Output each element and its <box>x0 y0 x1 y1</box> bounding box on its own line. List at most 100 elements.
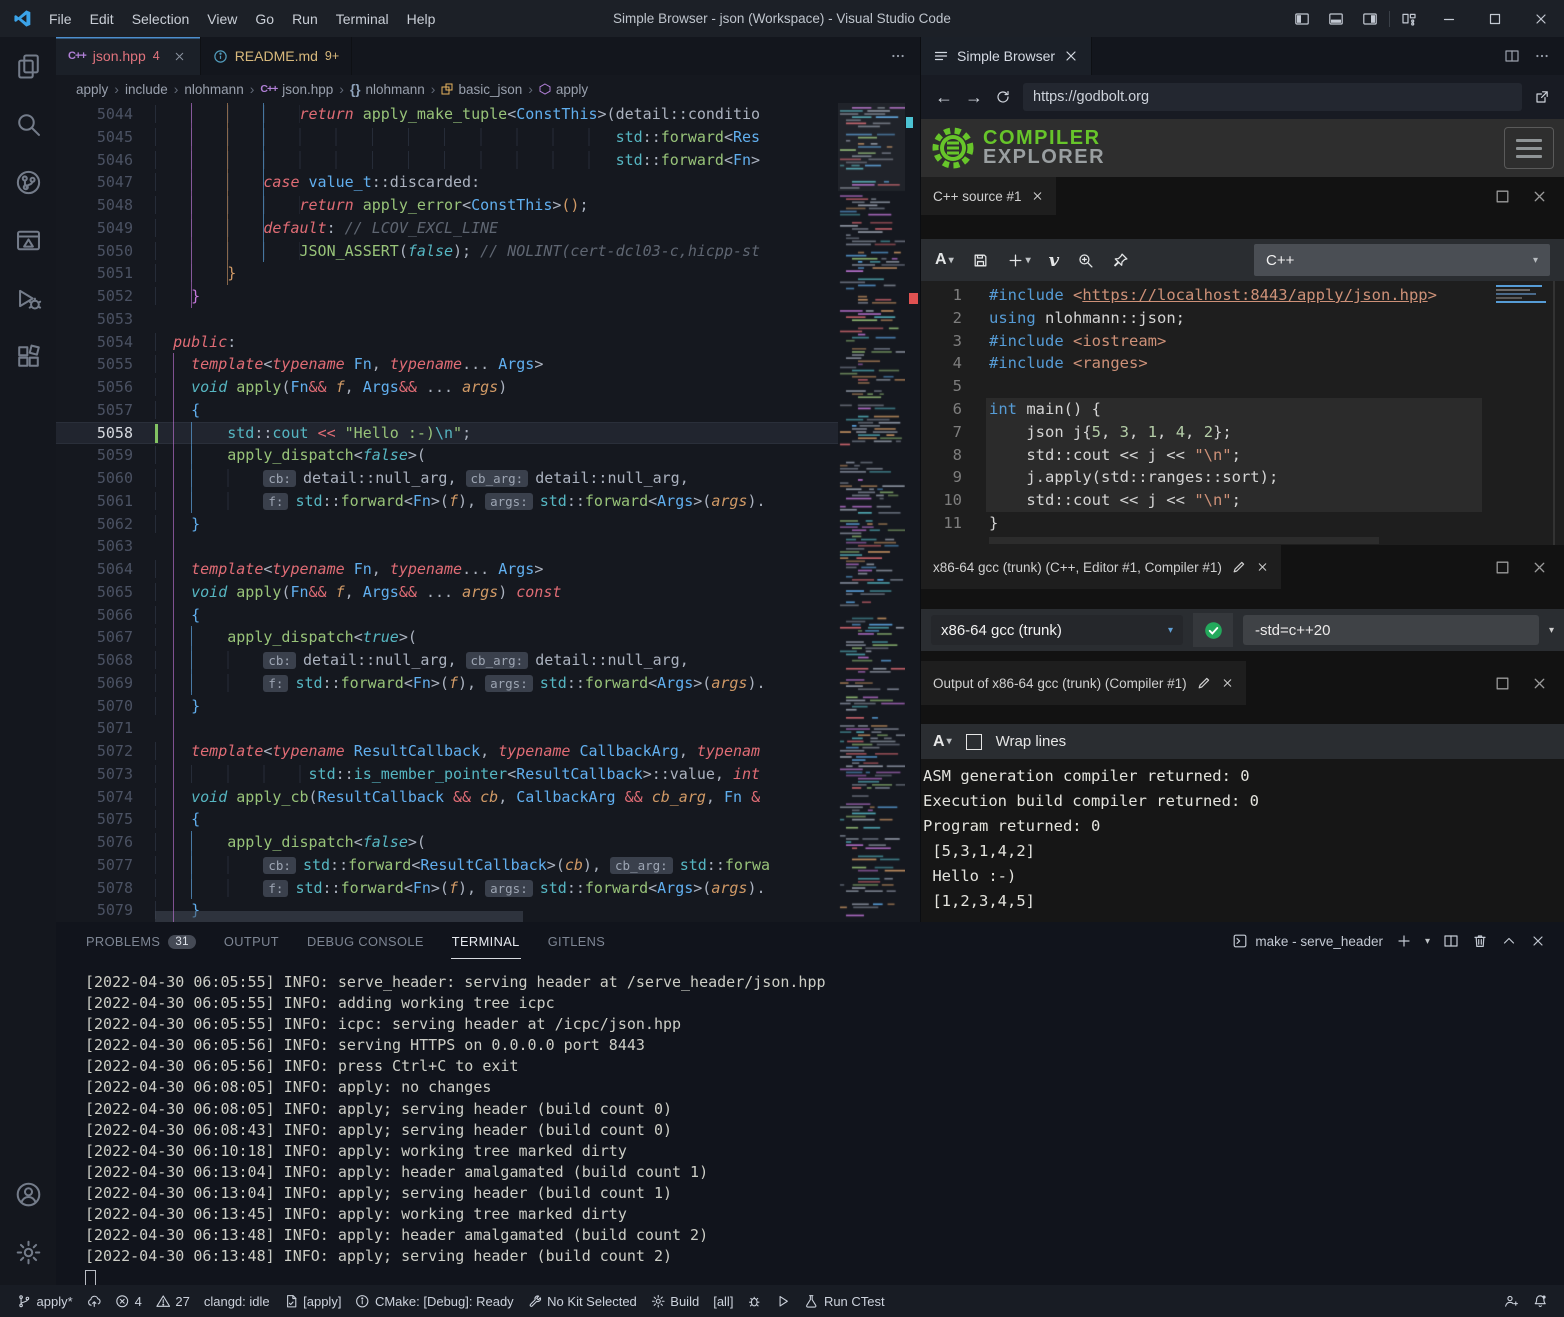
status-cmake-kit[interactable]: No Kit Selected <box>521 1294 644 1309</box>
terminal-select[interactable]: make - serve_header <box>1232 933 1383 949</box>
zoom-icon[interactable] <box>1077 252 1094 269</box>
save-icon[interactable] <box>972 252 989 269</box>
status-git-branch-status[interactable]: apply* <box>10 1294 80 1309</box>
close-icon[interactable] <box>1063 48 1079 64</box>
breadcrumb-item-apply[interactable]: apply <box>76 82 108 97</box>
breadcrumb-item-json.hpp[interactable]: C++json.hpp <box>260 82 333 97</box>
url-input[interactable]: https://godbolt.org <box>1023 83 1522 111</box>
split-terminal-icon[interactable] <box>1443 933 1459 949</box>
panel-tab-output[interactable]: OUTPUT <box>223 924 280 958</box>
tab-readme.md[interactable]: README.md9+ <box>201 37 353 75</box>
tab-simple-browser[interactable]: Simple Browser <box>921 37 1092 75</box>
vim-mode-icon[interactable]: v <box>1049 250 1059 271</box>
status-notifications[interactable] <box>1526 1294 1555 1309</box>
ce-source-editor[interactable]: 1#include <https://localhost:8443/apply/… <box>921 281 1564 545</box>
activity-run-debug-icon[interactable] <box>0 269 56 327</box>
ce-logo[interactable]: COMPILER EXPLORER <box>931 126 1105 170</box>
panel-tab-terminal[interactable]: TERMINAL <box>451 924 521 959</box>
toggle-secondary-sidebar-icon[interactable] <box>1353 0 1387 37</box>
terminal-output[interactable]: [2022-04-30 06:05:55] INFO: serve_header… <box>85 972 1556 1285</box>
more-actions-icon[interactable] <box>1534 48 1550 64</box>
activity-explorer-icon[interactable] <box>0 37 56 95</box>
status-feedback[interactable] <box>1497 1294 1526 1309</box>
back-icon[interactable]: ← <box>935 87 953 108</box>
menu-view[interactable]: View <box>198 7 246 31</box>
breadcrumb-item-apply[interactable]: apply <box>539 82 588 97</box>
ce-compiler-tab[interactable]: x86-64 gcc (trunk) (C++, Editor #1, Comp… <box>921 545 1281 589</box>
status-error-count[interactable]: 4 <box>108 1294 149 1309</box>
maximize-pane-icon[interactable] <box>1494 559 1511 576</box>
customize-layout-icon[interactable] <box>1392 0 1426 37</box>
status-cmake-launch[interactable] <box>769 1294 798 1309</box>
maximize-pane-icon[interactable] <box>1494 675 1511 692</box>
tab-json.hpp[interactable]: C++json.hpp4 <box>56 37 201 75</box>
close-icon[interactable] <box>1221 675 1234 691</box>
forward-icon[interactable]: → <box>965 87 983 108</box>
toggle-sidebar-icon[interactable] <box>1285 0 1319 37</box>
panel-tab-gitlens[interactable]: GITLENS <box>547 924 607 958</box>
pin-icon[interactable] <box>1112 252 1129 269</box>
status-clangd-status[interactable]: clangd: idle <box>197 1294 277 1309</box>
font-size-button[interactable]: A▾ <box>935 251 954 269</box>
ce-editor-hscrollbar[interactable] <box>989 537 1379 544</box>
hamburger-menu-icon[interactable] <box>1504 127 1554 169</box>
close-icon[interactable] <box>1031 188 1044 204</box>
activity-extensions-icon[interactable] <box>0 327 56 385</box>
ce-output-tab[interactable]: Output of x86-64 gcc (trunk) (Compiler #… <box>921 661 1246 705</box>
menu-selection[interactable]: Selection <box>123 7 199 31</box>
status-cmake-target[interactable]: [all] <box>706 1294 740 1309</box>
reload-icon[interactable] <box>995 89 1011 105</box>
panel-tab-debug-console[interactable]: DEBUG CONSOLE <box>306 924 425 958</box>
minimap[interactable] <box>838 103 905 911</box>
menu-edit[interactable]: Edit <box>81 7 123 31</box>
wrap-lines-checkbox[interactable] <box>966 734 982 750</box>
close-button[interactable] <box>1518 0 1564 37</box>
ce-source-tab[interactable]: C++ source #1 <box>921 177 1056 215</box>
breadcrumb-item-include[interactable]: include <box>125 82 168 97</box>
close-icon[interactable] <box>172 48 188 64</box>
compiler-select[interactable]: x86-64 gcc (trunk)▾ <box>931 615 1183 645</box>
maximize-pane-icon[interactable] <box>1494 188 1511 205</box>
close-panel-icon[interactable] <box>1530 933 1546 949</box>
activity-settings-icon[interactable] <box>0 1223 56 1281</box>
open-external-icon[interactable] <box>1534 89 1550 105</box>
menu-help[interactable]: Help <box>398 7 445 31</box>
activity-search-icon[interactable] <box>0 95 56 153</box>
maximize-panel-icon[interactable] <box>1501 933 1517 949</box>
breadcrumb[interactable]: apply›include›nlohmann›C++json.hpp›{}nlo… <box>56 75 920 103</box>
status-cmake-status[interactable]: CMake: [Debug]: Ready <box>348 1294 520 1309</box>
horizontal-scrollbar[interactable] <box>155 911 523 922</box>
minimize-button[interactable] <box>1426 0 1472 37</box>
editor-more-actions-icon[interactable] <box>890 37 920 75</box>
close-pane-icon[interactable] <box>1531 188 1548 205</box>
terminal-dropdown-icon[interactable]: ▾ <box>1425 936 1430 947</box>
panel-tab-problems[interactable]: PROBLEMS31 <box>85 924 197 958</box>
rename-pane-icon[interactable] <box>1196 675 1212 691</box>
kill-terminal-icon[interactable] <box>1472 933 1488 949</box>
ce-editor-scrollbar[interactable] <box>1553 281 1555 545</box>
menu-go[interactable]: Go <box>246 7 283 31</box>
breadcrumb-item-basic_json[interactable]: basic_json <box>441 82 522 97</box>
close-icon[interactable] <box>1256 559 1269 575</box>
compiler-options-input[interactable]: -std=c++20 <box>1243 615 1539 645</box>
activity-account-icon[interactable] <box>0 1165 56 1223</box>
new-terminal-icon[interactable] <box>1396 933 1412 949</box>
activity-test-view-icon[interactable] <box>0 211 56 269</box>
toggle-panel-icon[interactable] <box>1319 0 1353 37</box>
maximize-button[interactable] <box>1472 0 1518 37</box>
status-run-ctest[interactable]: Run CTest <box>797 1294 891 1309</box>
breadcrumb-item-nlohmann[interactable]: nlohmann <box>184 82 243 97</box>
menu-file[interactable]: File <box>40 7 81 31</box>
status-cmake-build[interactable]: Build <box>644 1294 706 1309</box>
options-dropdown-icon[interactable]: ▾ <box>1549 625 1554 636</box>
menu-terminal[interactable]: Terminal <box>327 7 398 31</box>
breadcrumb-item-nlohmann[interactable]: {}nlohmann <box>350 82 425 97</box>
status-publish-changes[interactable] <box>80 1294 109 1309</box>
menu-run[interactable]: Run <box>283 7 327 31</box>
status-cmake-debug[interactable] <box>740 1294 769 1309</box>
activity-source-control-icon[interactable] <box>0 153 56 211</box>
split-editor-icon[interactable] <box>1504 48 1520 64</box>
close-pane-icon[interactable] <box>1531 675 1548 692</box>
status-warning-count[interactable]: 27 <box>149 1294 197 1309</box>
code-editor[interactable]: 5044 return apply_make_tuple<ConstThis>(… <box>56 103 920 922</box>
